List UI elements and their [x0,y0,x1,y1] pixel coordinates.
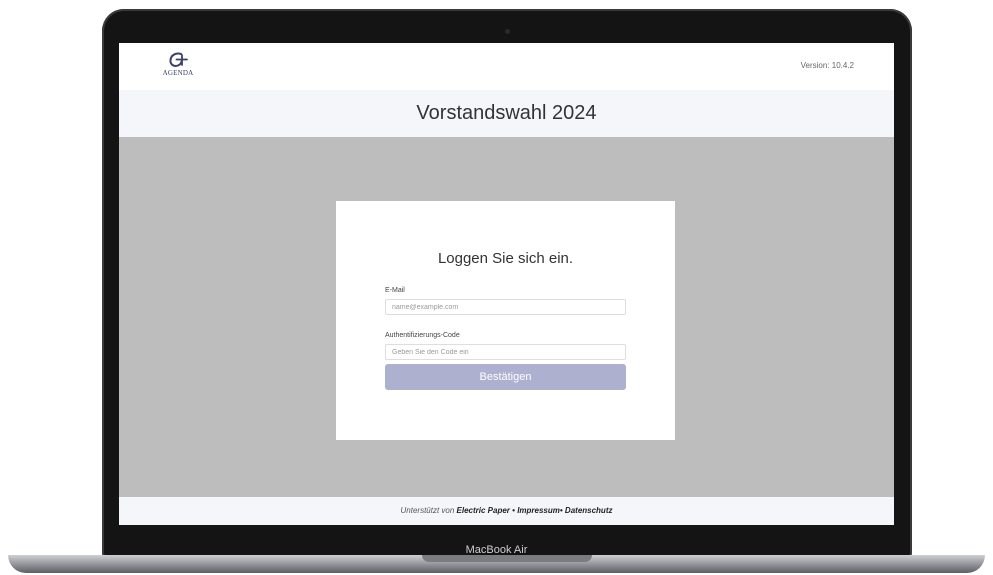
email-field[interactable] [385,299,626,315]
title-band: Vorstandswahl 2024 [119,90,894,137]
footer-separator: • [512,506,515,515]
footer: Unterstützt von Electric Paper • Impress… [119,497,894,525]
agenda-logo[interactable]: AGENDA [160,52,196,84]
code-field[interactable] [385,344,626,360]
impressum-link[interactable]: Impressum [517,506,560,515]
browser-screen: AGENDA Version: 10.4.2 Vorstandswahl 202… [119,43,894,525]
version-label: Version: 10.4.2 [800,61,854,70]
login-card: Loggen Sie sich ein. E-Mail Authentifizi… [336,201,675,440]
footer-prefix: Unterstützt von [400,506,457,515]
laptop-hinge-notch [422,555,592,562]
electric-paper-link[interactable]: Electric Paper [457,506,510,515]
login-heading: Loggen Sie sich ein. [437,250,574,267]
device-model-label: MacBook Air [465,544,528,556]
top-bar: AGENDA Version: 10.4.2 [119,43,894,90]
code-label: Authentifizierungs-Code [385,332,460,339]
logo-text: AGENDA [162,69,194,77]
footer-separator: • [559,506,563,515]
datenschutz-link[interactable]: Datenschutz [565,506,613,515]
submit-button[interactable]: Bestätigen [385,364,626,390]
camera-icon [505,29,510,34]
page-title: Vorstandswahl 2024 [416,102,597,124]
agenda-logo-icon [169,52,188,67]
email-label: E-Mail [385,287,405,294]
